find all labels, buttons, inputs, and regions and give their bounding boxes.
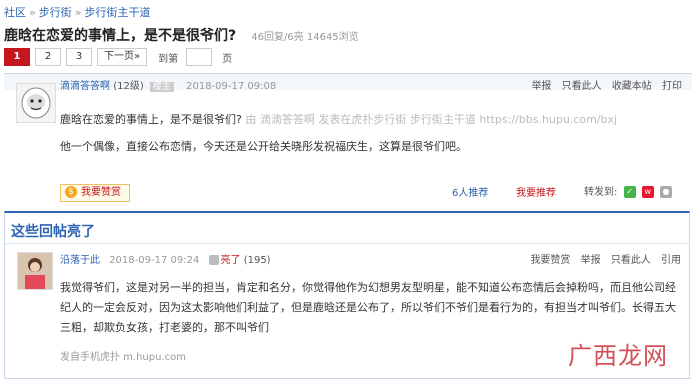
favorite-link[interactable]: 收藏本帖 — [612, 81, 652, 92]
watermark: 广西龙网 — [568, 342, 668, 370]
qq-icon[interactable]: ● — [659, 186, 672, 198]
coin-icon: $ — [65, 186, 77, 198]
share-bar: 转发到: ✓ w ● — [584, 183, 672, 198]
only-this-user-link[interactable]: 只看此人 — [562, 81, 602, 92]
reply-line: 纪人的一定会反对，因为这太影响他们利益了，但是鹿晗还是公布了，所以爷们不爷们是看… — [60, 301, 676, 314]
thread-header: 鹿晗在恋爱的事情上，是不是很爷们? 46回复/6亮 14645浏览 — [4, 25, 359, 45]
thumb-up-icon — [208, 255, 219, 265]
meme-face-icon — [17, 84, 55, 122]
recommend-count: 6人推荐 — [452, 188, 489, 199]
breadcrumb-community[interactable]: 社区 — [4, 6, 26, 19]
reply-source: 发自手机虎扑 m.hupu.com — [60, 352, 186, 363]
print-link[interactable]: 打印 — [662, 81, 682, 92]
only-this-user-link[interactable]: 只看此人 — [611, 255, 651, 266]
breadcrumb-separator: » — [74, 6, 82, 19]
main-post: 滴滴答答啊 (12级) 楼主 2018-09-17 09:08 举报 只看此人 … — [4, 73, 692, 204]
wechat-icon[interactable]: ✓ — [623, 186, 636, 198]
breadcrumb-main-board[interactable]: 步行街主干道 — [84, 6, 150, 19]
breadcrumb-separator: » — [29, 6, 36, 19]
pagination: 1 2 3 下一页» 到第 页 — [4, 48, 236, 66]
light-button[interactable]: 亮了 — [208, 255, 241, 266]
thread-stats: 46回复/6亮 14645浏览 — [251, 32, 359, 43]
goto-label: 到第 — [158, 53, 179, 65]
post-quote: 鹿晗在恋爱的事情上，是不是很爷们? 由 滴滴答答啊 发表在虎扑步行街 步行街主干… — [60, 111, 617, 127]
quote-source: 由 滴滴答答啊 发表在虎扑步行街 步行街主干道 https://bbs.hupu… — [245, 113, 618, 126]
section-title: 这些回帖亮了 — [11, 224, 95, 240]
reward-button[interactable]: $ 我要赞赏 — [60, 184, 130, 202]
reply-line: 三粗，却欺负女孩，打老婆的，那不叫爷们 — [60, 321, 269, 334]
reply-line: 我觉得爷们，这是对另一半的担当，肯定和名分，你觉得他作为幻想男友型明星，能不知道… — [60, 281, 676, 294]
op-badge: 楼主 — [149, 82, 174, 92]
recommend-button[interactable]: 我要推荐 — [516, 184, 556, 199]
post-author-line: 滴滴答答啊 (12级) 楼主 2018-09-17 09:08 — [60, 77, 276, 92]
post-body: 他一个偶像，直接公布恋情，今天还是公开给关晓彤发祝福庆生，这算是很爷们吧。 — [60, 140, 467, 153]
avatar[interactable] — [16, 83, 56, 123]
report-link[interactable]: 举报 — [531, 81, 551, 92]
light-count: (195) — [243, 255, 271, 266]
quote-title: 鹿晗在恋爱的事情上，是不是很爷们? — [60, 113, 242, 126]
page-1-button[interactable]: 1 — [4, 48, 30, 66]
post-time: 2018-09-17 09:08 — [186, 81, 277, 92]
page-title: 鹿晗在恋爱的事情上，是不是很爷们? — [4, 28, 237, 44]
page-number-input[interactable] — [186, 48, 213, 66]
share-label: 转发到: — [584, 187, 618, 198]
post-actions: 举报 只看此人 收藏本帖 打印 — [524, 77, 682, 92]
breadcrumb: 社区» 步行街» 步行街主干道 — [4, 4, 150, 20]
quote-link[interactable]: 引用 — [661, 255, 681, 266]
page-3-button[interactable]: 3 — [66, 48, 92, 66]
weibo-icon[interactable]: w — [641, 186, 654, 198]
user-photo-icon — [18, 253, 52, 289]
author-name[interactable]: 沿落于此 — [60, 255, 100, 266]
breadcrumb-street[interactable]: 步行街 — [39, 6, 72, 19]
reply-actions: 我要赞赏 举报 只看此人 引用 — [523, 251, 681, 266]
avatar[interactable] — [17, 252, 53, 290]
author-name[interactable]: 滴滴答答啊 — [60, 81, 110, 92]
reward-label: 我要赞赏 — [81, 187, 121, 198]
reply-author-line: 沿落于此 2018-09-17 09:24 亮了 (195) — [60, 251, 271, 266]
page-unit-label: 页 — [222, 53, 233, 65]
reward-link[interactable]: 我要赞赏 — [530, 255, 570, 266]
report-link[interactable]: 举报 — [581, 255, 601, 266]
author-level: (12级) — [113, 81, 144, 92]
reply-time: 2018-09-17 09:24 — [109, 255, 200, 266]
reply-body: 我觉得爷们，这是对另一半的担当，肯定和名分，你觉得他作为幻想男友型明星，能不知道… — [60, 278, 676, 338]
page-2-button[interactable]: 2 — [35, 48, 61, 66]
next-page-button[interactable]: 下一页» — [97, 48, 148, 66]
